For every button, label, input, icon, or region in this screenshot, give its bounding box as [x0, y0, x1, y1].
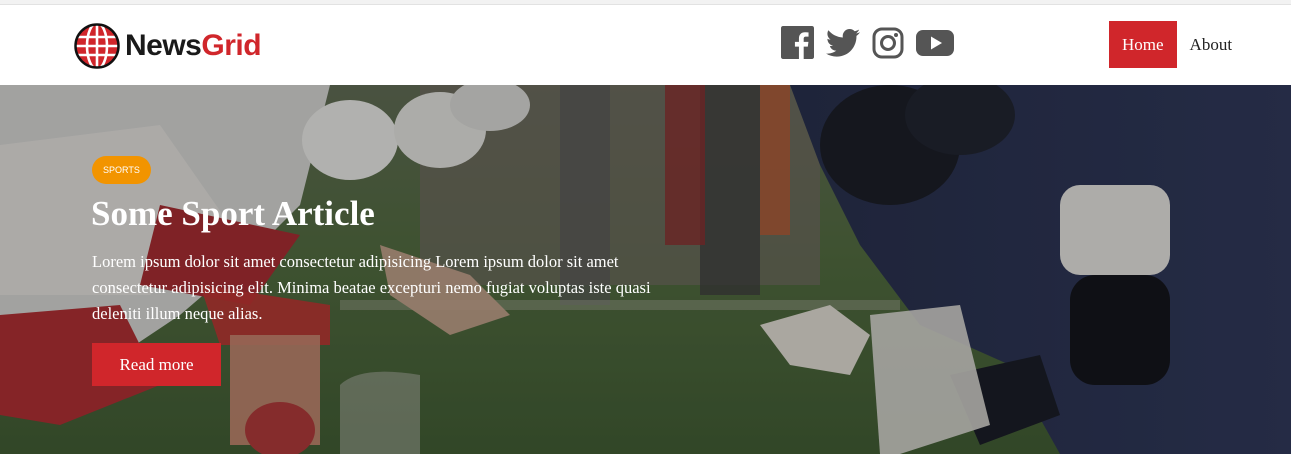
read-more-button[interactable]: Read more	[92, 343, 221, 386]
article-title[interactable]: Some Sport Article	[91, 191, 375, 237]
youtube-icon	[916, 29, 954, 56]
brand-logo[interactable]: NewsGrid	[73, 22, 262, 70]
instagram-icon	[872, 27, 904, 58]
brand-name-part1: News	[125, 29, 202, 62]
brand-name: NewsGrid	[125, 22, 262, 70]
twitter-link[interactable]	[826, 28, 860, 63]
hero-section: SPORTS Some Sport Article Lorem ipsum do…	[0, 85, 1291, 454]
facebook-icon	[781, 26, 814, 59]
globe-icon	[74, 23, 120, 69]
nav-home[interactable]: Home	[1109, 21, 1177, 68]
site-header: NewsGrid Home About	[0, 5, 1291, 85]
main-nav: Home About	[1109, 21, 1245, 68]
brand-name-part2: Grid	[201, 29, 262, 62]
twitter-icon	[826, 28, 860, 57]
category-badge[interactable]: SPORTS	[92, 156, 151, 184]
facebook-link[interactable]	[781, 26, 814, 64]
nav-about[interactable]: About	[1177, 21, 1246, 68]
youtube-link[interactable]	[916, 29, 954, 62]
article-excerpt: Lorem ipsum dolor sit amet consectetur a…	[92, 252, 651, 323]
social-links	[781, 26, 954, 64]
instagram-link[interactable]	[872, 27, 904, 64]
